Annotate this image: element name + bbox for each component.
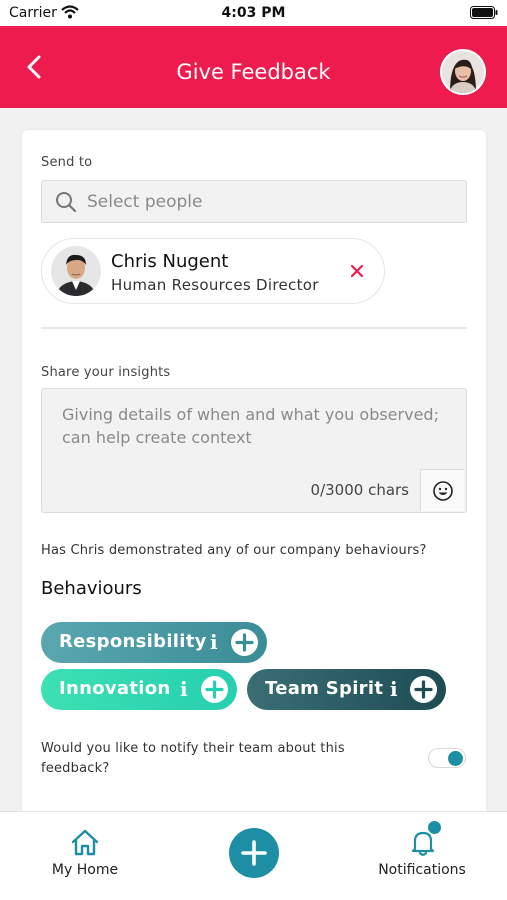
add-icon[interactable] bbox=[201, 676, 228, 703]
person-name: Chris Nugent bbox=[111, 251, 229, 272]
bottom-nav: My Home Notifications bbox=[0, 811, 507, 900]
divider bbox=[41, 327, 467, 329]
behaviour-label: Innovation bbox=[59, 678, 171, 699]
status-time: 4:03 PM bbox=[221, 5, 286, 21]
user-avatar[interactable] bbox=[440, 49, 486, 95]
insights-placeholder: Giving details of when and what you obse… bbox=[62, 405, 439, 447]
info-icon[interactable]: i bbox=[180, 677, 188, 701]
search-placeholder: Select people bbox=[87, 192, 203, 212]
char-count: 0/3000 chars bbox=[310, 481, 409, 499]
notification-dot bbox=[428, 821, 441, 834]
add-feedback-button[interactable] bbox=[229, 828, 279, 878]
send-to-label: Send to bbox=[41, 155, 93, 170]
app-header: Give Feedback bbox=[0, 26, 507, 108]
insights-label: Share your insights bbox=[41, 365, 171, 380]
behaviour-label: Team Spirit bbox=[265, 678, 384, 699]
home-icon bbox=[71, 829, 99, 856]
people-search-input[interactable]: Select people bbox=[41, 180, 467, 223]
remove-person-button[interactable] bbox=[346, 260, 368, 282]
nav-notifications-label: Notifications bbox=[378, 862, 466, 878]
search-icon bbox=[56, 192, 77, 213]
behaviour-chip-innovation[interactable]: Innovation i bbox=[41, 669, 237, 710]
notify-team-toggle[interactable] bbox=[428, 748, 466, 768]
behaviour-label: Responsibility bbox=[59, 631, 207, 652]
notify-team-text: Would you like to notify their team abou… bbox=[41, 741, 345, 776]
person-avatar bbox=[51, 246, 101, 296]
battery-icon bbox=[470, 6, 498, 19]
nav-my-home-label: My Home bbox=[51, 862, 119, 878]
emoji-icon bbox=[433, 481, 453, 501]
nav-my-home[interactable]: My Home bbox=[40, 812, 130, 900]
emoji-button[interactable] bbox=[420, 469, 464, 511]
info-icon[interactable]: i bbox=[210, 630, 218, 654]
insights-textarea[interactable]: Giving details of when and what you obse… bbox=[41, 388, 467, 513]
add-icon[interactable] bbox=[231, 629, 258, 656]
status-bar: Carrier 4:03 PM bbox=[0, 0, 507, 26]
behaviour-chip-team-spirit[interactable]: Team Spirit i bbox=[247, 669, 446, 710]
behaviours-heading: Behaviours bbox=[41, 578, 142, 599]
person-role: Human Resources Director bbox=[111, 276, 319, 294]
info-icon[interactable]: i bbox=[390, 677, 398, 701]
behaviours-question: Has Chris demonstrated any of our compan… bbox=[41, 543, 427, 558]
plus-icon bbox=[241, 840, 267, 866]
selected-person-chip: Chris Nugent Human Resources Director bbox=[41, 238, 385, 304]
behaviour-chip-responsibility[interactable]: Responsibility i bbox=[41, 622, 267, 663]
add-icon[interactable] bbox=[410, 676, 437, 703]
feedback-form: Send to Select people Chris Nugent Human… bbox=[22, 130, 486, 820]
nav-notifications[interactable]: Notifications bbox=[372, 812, 472, 900]
user-avatar-image bbox=[442, 51, 484, 93]
toggle-knob bbox=[448, 751, 463, 766]
page-title: Give Feedback bbox=[176, 60, 331, 84]
